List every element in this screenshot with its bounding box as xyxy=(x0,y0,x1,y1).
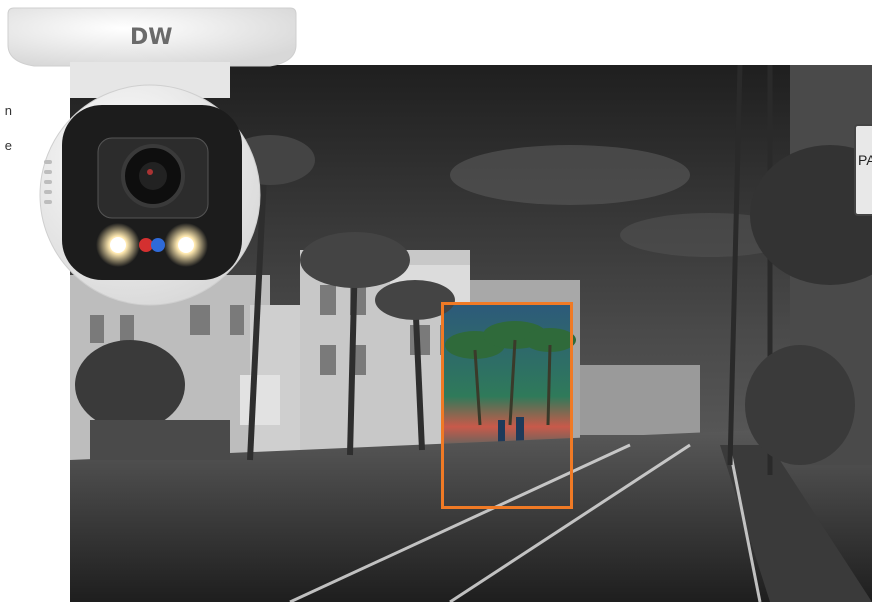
building-distant xyxy=(580,365,700,435)
tree-right-low xyxy=(745,345,855,465)
lens-inner xyxy=(139,162,167,190)
led-core-left xyxy=(110,237,126,253)
cloud xyxy=(450,145,690,205)
blue-strobe-light xyxy=(151,238,165,252)
camera-illustration: DW xyxy=(7,7,297,306)
led-core-right xyxy=(178,237,194,253)
dw-camera-product-image: DW xyxy=(0,0,300,310)
lens-reflection xyxy=(147,169,153,175)
detection-highlight-box xyxy=(441,302,573,509)
red-strobe-light xyxy=(139,238,153,252)
tree-left xyxy=(75,340,185,430)
parking-sign xyxy=(854,124,872,216)
dw-logo: DW xyxy=(130,25,173,50)
parking-sign-text: PA xyxy=(858,152,872,168)
hedge xyxy=(90,420,230,460)
